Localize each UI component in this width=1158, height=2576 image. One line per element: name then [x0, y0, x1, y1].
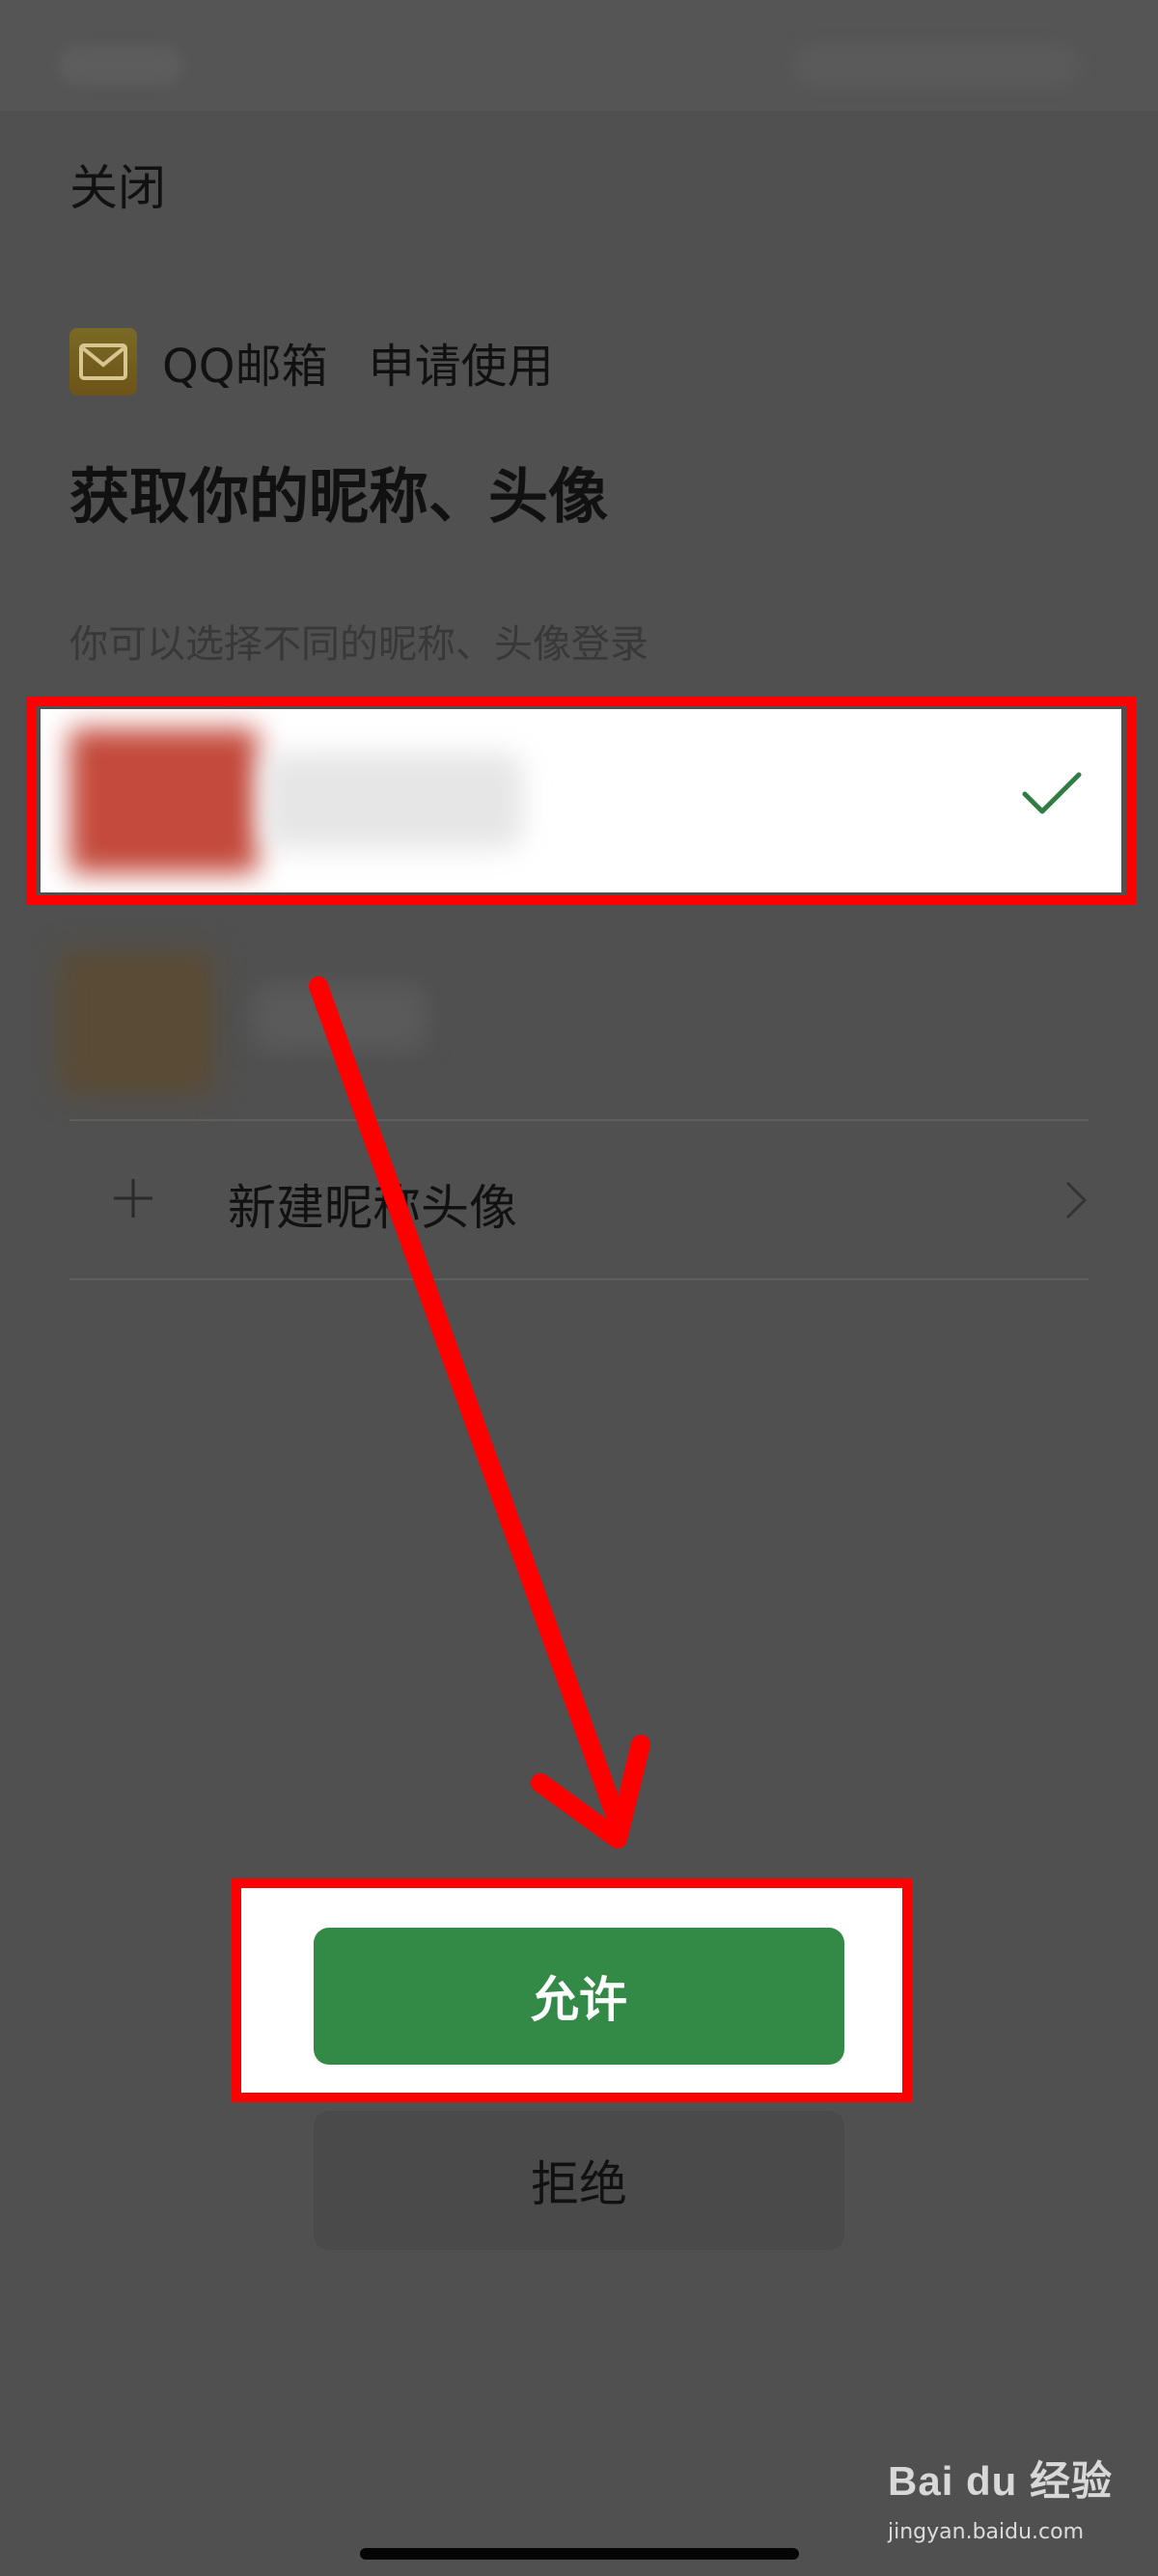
profile-option[interactable]	[60, 950, 484, 1095]
status-bar	[0, 0, 1158, 111]
watermark: Bai du 经验 jingyan.baidu.com	[888, 2449, 1124, 2564]
reject-button[interactable]: 拒绝	[314, 2111, 844, 2250]
home-indicator	[360, 2548, 799, 2560]
app-request-row: QQ邮箱 申请使用	[69, 328, 554, 396]
divider	[69, 1278, 1089, 1280]
mail-icon	[69, 328, 137, 396]
allow-button[interactable]: 允许	[314, 1928, 844, 2065]
nickname-blurred	[253, 984, 427, 1052]
watermark-url: jingyan.baidu.com	[888, 2520, 1085, 2544]
plus-icon	[114, 1179, 152, 1218]
chevron-right-icon	[1065, 1181, 1088, 1219]
new-profile-label: 新建昵称头像	[228, 1180, 517, 1236]
status-icons-blurred	[791, 43, 1081, 88]
hint-text: 你可以选择不同的昵称、头像登录	[69, 622, 648, 667]
watermark-brand: Bai du 经验	[888, 2458, 1114, 2504]
avatar	[60, 950, 214, 1095]
close-button[interactable]: 关闭	[69, 150, 166, 219]
app-request-text: 申请使用	[368, 340, 554, 394]
page-title: 获取你的昵称、头像	[69, 461, 609, 532]
status-time-blurred	[58, 46, 183, 85]
app-name: QQ邮箱	[162, 340, 328, 394]
new-profile-row[interactable]: 新建昵称头像	[69, 1121, 1089, 1277]
highlight-box-profile	[26, 697, 1136, 905]
